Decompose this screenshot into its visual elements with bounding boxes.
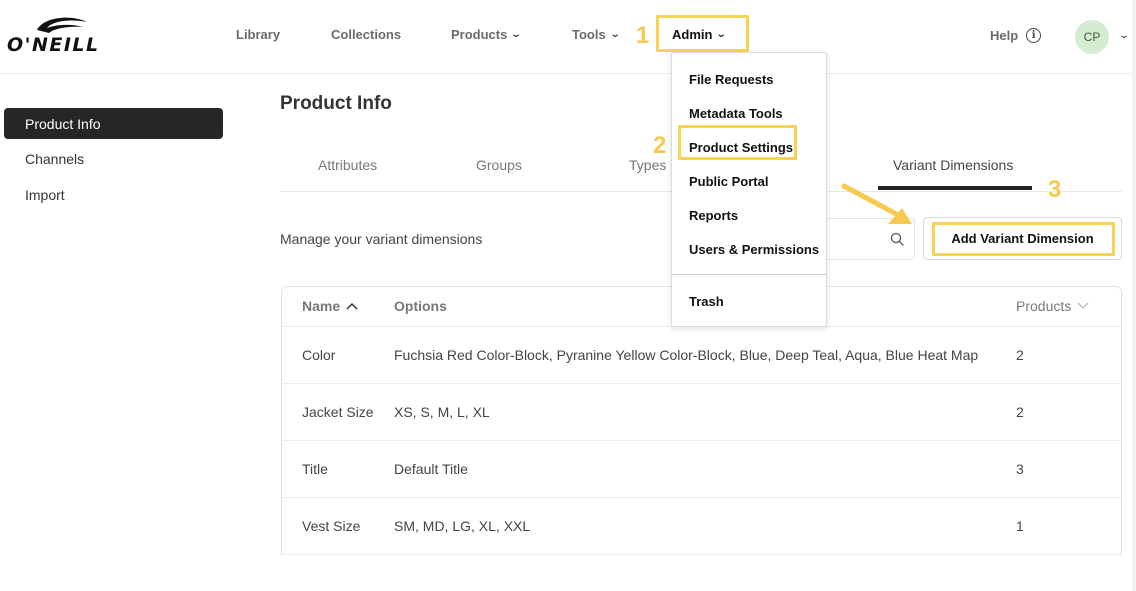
admin-dropdown-menu: File Requests Metadata Tools Product Set… xyxy=(671,52,827,327)
chevron-down-icon[interactable]: ⌄ xyxy=(1119,30,1130,41)
nav-admin[interactable]: Admin ⌄ xyxy=(672,27,728,42)
nav-admin-label: Admin xyxy=(672,27,713,42)
nav-library-label: Library xyxy=(236,27,281,42)
step-3-arrow-icon xyxy=(841,183,912,224)
menu-item-reports[interactable]: Reports xyxy=(689,208,738,223)
chevron-up-icon xyxy=(346,302,358,310)
chevron-down-icon: ⌄ xyxy=(511,29,522,40)
menu-divider xyxy=(672,274,826,275)
table-cell-options: Fuchsia Red Color-Block, Pyranine Yellow… xyxy=(394,347,979,363)
row-divider xyxy=(282,383,1121,384)
sidebar-item-channels[interactable]: Channels xyxy=(4,143,223,174)
nav-collections-label: Collections xyxy=(331,27,402,42)
column-header-name[interactable]: Name xyxy=(302,298,358,314)
table-cell-products: 3 xyxy=(1016,461,1024,477)
search-icon[interactable] xyxy=(890,232,904,246)
page-scrollbar[interactable] xyxy=(1132,0,1136,591)
tab-variant-dimensions[interactable]: Variant Dimensions xyxy=(893,157,1013,173)
step-2-number: 2 xyxy=(653,132,667,159)
sidebar-item-import[interactable]: Import xyxy=(4,179,223,210)
table-cell-name[interactable]: Title xyxy=(302,461,328,477)
table-cell-name[interactable]: Color xyxy=(302,347,335,363)
nav-products[interactable]: Products ⌄ xyxy=(451,27,522,42)
column-header-name-label: Name xyxy=(302,298,341,314)
column-header-options: Options xyxy=(394,298,447,314)
nav-products-label: Products xyxy=(451,27,508,42)
table-cell-options: SM, MD, LG, XL, XXL xyxy=(394,518,531,534)
table-cell-options: XS, S, M, L, XL xyxy=(394,404,490,420)
nav-tools-label: Tools xyxy=(572,27,606,42)
chevron-down-icon xyxy=(1077,302,1089,309)
table-cell-options: Default Title xyxy=(394,461,468,477)
page-title: Product Info xyxy=(280,93,392,114)
avatar[interactable]: CP xyxy=(1075,20,1109,54)
menu-item-public-portal[interactable]: Public Portal xyxy=(689,174,768,189)
nav-tools[interactable]: Tools ⌄ xyxy=(572,27,621,42)
logo-text: O'NEILL xyxy=(7,34,100,56)
top-header: O'NEILL Library Collections Products ⌄ To… xyxy=(0,0,1136,74)
sidebar-item-label: Channels xyxy=(25,150,85,167)
row-divider xyxy=(282,440,1121,441)
chevron-down-icon: ⌄ xyxy=(716,29,728,40)
menu-item-trash[interactable]: Trash xyxy=(689,294,724,309)
nav-collections[interactable]: Collections xyxy=(331,27,401,42)
menu-item-file-requests[interactable]: File Requests xyxy=(689,72,774,87)
avatar-initials: CP xyxy=(1083,30,1101,44)
manage-description: Manage your variant dimensions xyxy=(280,231,483,247)
table-cell-products: 2 xyxy=(1016,347,1024,363)
tab-groups[interactable]: Groups xyxy=(476,157,522,173)
step-3-number: 3 xyxy=(1048,176,1062,203)
table-cell-products: 2 xyxy=(1016,404,1024,420)
tab-attributes[interactable]: Attributes xyxy=(318,157,377,173)
step-1-number: 1 xyxy=(636,22,650,49)
add-variant-dimension-button[interactable]: Add Variant Dimension xyxy=(923,217,1122,260)
chevron-down-icon: ⌄ xyxy=(609,29,621,40)
menu-item-metadata-tools[interactable]: Metadata Tools xyxy=(689,106,783,121)
column-header-products[interactable]: Products xyxy=(1016,298,1089,314)
help-label: Help xyxy=(990,28,1019,43)
nav-library[interactable]: Library xyxy=(236,27,280,42)
sidebar-item-product-info[interactable]: Product Info xyxy=(4,108,223,139)
menu-item-product-settings[interactable]: Product Settings xyxy=(689,140,793,155)
menu-item-users-permissions[interactable]: Users & Permissions xyxy=(689,242,819,257)
oneill-logo[interactable]: O'NEILL xyxy=(7,16,113,56)
table-cell-name[interactable]: Vest Size xyxy=(302,518,360,534)
sidebar-item-label: Product Info xyxy=(25,115,101,132)
column-header-products-label: Products xyxy=(1016,298,1072,314)
help-link[interactable]: Help i xyxy=(990,28,1042,43)
table-cell-name[interactable]: Jacket Size xyxy=(302,404,374,420)
wave-logo-icon xyxy=(37,17,87,33)
table-cell-products: 1 xyxy=(1016,518,1024,534)
row-divider xyxy=(282,497,1121,498)
row-divider xyxy=(282,554,1121,555)
sidebar-item-label: Import xyxy=(25,186,65,203)
info-icon: i xyxy=(1026,28,1042,43)
